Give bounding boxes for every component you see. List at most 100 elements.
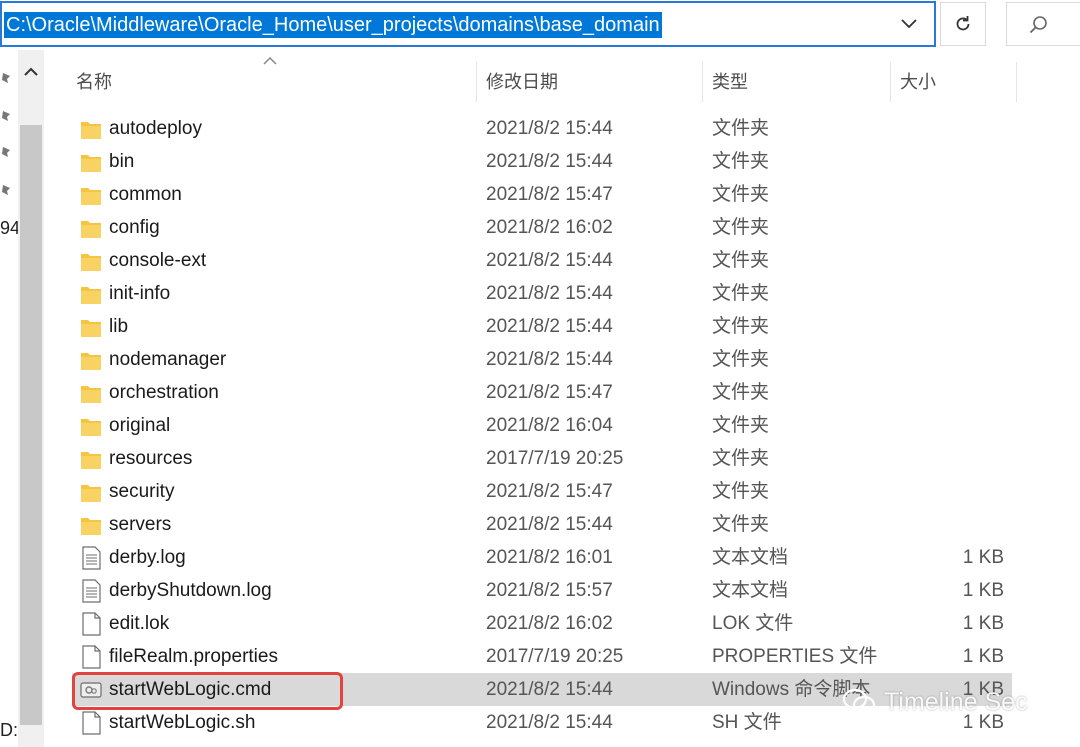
- scroll-up-icon[interactable]: [20, 64, 42, 80]
- file-row[interactable]: autodeploy 2021/8/2 15:44 文件夹: [72, 112, 1012, 145]
- folder-icon: [80, 249, 102, 273]
- nav-item-label[interactable]: D:: [0, 720, 18, 741]
- file-type: 文件夹: [712, 316, 770, 337]
- file-name[interactable]: derbyShutdown.log: [109, 574, 272, 607]
- chevron-down-icon[interactable]: [896, 11, 922, 37]
- file-type: 文件夹: [712, 184, 770, 205]
- file-modified-date: 2021/8/2 15:44: [486, 679, 613, 700]
- folder-icon: [80, 216, 102, 240]
- file-row[interactable]: bin 2021/8/2 15:44 文件夹: [72, 145, 1012, 178]
- file-name[interactable]: derby.log: [109, 541, 186, 574]
- file-row[interactable]: derby.log 2021/8/2 16:01 文本文档 1 KB: [72, 541, 1012, 574]
- file-type: PROPERTIES 文件: [712, 646, 878, 667]
- file-modified-date: 2021/8/2 15:44: [486, 349, 613, 370]
- column-divider[interactable]: [702, 62, 703, 102]
- file-name[interactable]: security: [109, 475, 174, 508]
- file-row[interactable]: console-ext 2021/8/2 15:44 文件夹: [72, 244, 1012, 277]
- file-modified-date: 2021/8/2 15:57: [486, 580, 613, 601]
- watermark: Timeline Sec: [842, 685, 1028, 719]
- file-name[interactable]: startWebLogic.sh: [109, 706, 255, 739]
- file-name[interactable]: resources: [109, 442, 192, 475]
- pin-icon[interactable]: [0, 146, 12, 160]
- refresh-button[interactable]: [940, 2, 986, 46]
- folder-icon: [80, 513, 102, 537]
- file-name[interactable]: bin: [109, 145, 134, 178]
- file-row[interactable]: security 2021/8/2 15:47 文件夹: [72, 475, 1012, 508]
- folder-icon: [80, 381, 102, 405]
- file-type: 文件夹: [712, 151, 770, 172]
- file-type: 文本文档: [712, 547, 789, 568]
- pin-icon[interactable]: [0, 184, 12, 198]
- file-modified-date: 2021/8/2 16:02: [486, 217, 613, 238]
- cmd-file-icon: [80, 678, 102, 702]
- file-type: 文件夹: [712, 415, 770, 436]
- file-row[interactable]: original 2021/8/2 16:04 文件夹: [72, 409, 1012, 442]
- folder-icon: [80, 414, 102, 438]
- file-name[interactable]: autodeploy: [109, 112, 202, 145]
- file-type: 文件夹: [712, 283, 770, 304]
- folder-icon: [80, 282, 102, 306]
- file-row[interactable]: servers 2021/8/2 15:44 文件夹: [72, 508, 1012, 541]
- file-type: 文件夹: [712, 250, 770, 271]
- folder-icon: [80, 447, 102, 471]
- file-name[interactable]: edit.lok: [109, 607, 169, 640]
- file-modified-date: 2021/8/2 16:01: [486, 547, 613, 568]
- file-row[interactable]: config 2021/8/2 16:02 文件夹: [72, 211, 1012, 244]
- file-row[interactable]: derbyShutdown.log 2021/8/2 15:57 文本文档 1 KB: [72, 574, 1012, 607]
- file-modified-date: 2021/8/2 16:04: [486, 415, 613, 436]
- file-name[interactable]: fileRealm.properties: [109, 640, 278, 673]
- column-header-type[interactable]: 类型: [712, 62, 748, 102]
- column-divider[interactable]: [890, 62, 891, 102]
- file-modified-date: 2021/8/2 15:44: [486, 316, 613, 337]
- column-divider[interactable]: [1016, 62, 1017, 102]
- file-size: 1 KB: [962, 547, 1004, 568]
- file-name[interactable]: nodemanager: [109, 343, 226, 376]
- file-modified-date: 2021/8/2 15:47: [486, 382, 613, 403]
- column-divider[interactable]: [476, 62, 477, 102]
- file-row[interactable]: common 2021/8/2 15:47 文件夹: [72, 178, 1012, 211]
- sort-ascending-icon: [263, 56, 277, 65]
- file-name[interactable]: original: [109, 409, 170, 442]
- file-type: LOK 文件: [712, 613, 794, 634]
- address-toolbar: C:\Oracle\Middleware\Oracle_Home\user_pr…: [0, 0, 1080, 50]
- file-modified-date: 2021/8/2 15:44: [486, 250, 613, 271]
- file-type: 文本文档: [712, 580, 789, 601]
- folder-icon: [80, 348, 102, 372]
- folder-icon: [80, 150, 102, 174]
- column-header-size[interactable]: 大小: [900, 62, 936, 102]
- file-size: 1 KB: [962, 646, 1004, 667]
- file-name[interactable]: startWebLogic.cmd: [109, 673, 271, 706]
- column-header-name[interactable]: 名称: [76, 62, 112, 102]
- file-row[interactable]: lib 2021/8/2 15:44 文件夹: [72, 310, 1012, 343]
- file-name[interactable]: orchestration: [109, 376, 219, 409]
- column-header-date[interactable]: 修改日期: [486, 62, 558, 102]
- pin-icon[interactable]: [0, 72, 12, 86]
- file-name[interactable]: common: [109, 178, 182, 211]
- blank-file-icon: [80, 645, 102, 669]
- file-row[interactable]: resources 2017/7/19 20:25 文件夹: [72, 442, 1012, 475]
- file-name[interactable]: config: [109, 211, 160, 244]
- file-type: 文件夹: [712, 382, 770, 403]
- file-type: 文件夹: [712, 217, 770, 238]
- file-list: autodeploy 2021/8/2 15:44 文件夹 bin 2021/8/2 1…: [72, 112, 1012, 739]
- file-row[interactable]: orchestration 2021/8/2 15:47 文件夹: [72, 376, 1012, 409]
- address-bar[interactable]: C:\Oracle\Middleware\Oracle_Home\user_pr…: [0, 1, 936, 47]
- address-path[interactable]: C:\Oracle\Middleware\Oracle_Home\user_pr…: [4, 12, 662, 38]
- file-name[interactable]: init-info: [109, 277, 170, 310]
- pin-icon[interactable]: [0, 110, 12, 124]
- file-row[interactable]: init-info 2021/8/2 15:44 文件夹: [72, 277, 1012, 310]
- file-row[interactable]: nodemanager 2021/8/2 15:44 文件夹: [72, 343, 1012, 376]
- watermark-text: Timeline Sec: [884, 687, 1028, 716]
- file-type: 文件夹: [712, 481, 770, 502]
- file-row[interactable]: edit.lok 2021/8/2 16:02 LOK 文件 1 KB: [72, 607, 1012, 640]
- file-name[interactable]: servers: [109, 508, 171, 541]
- file-name[interactable]: console-ext: [109, 244, 206, 277]
- nav-item-label[interactable]: 94: [0, 218, 18, 239]
- search-icon: [1029, 16, 1047, 34]
- nav-scrollbar-thumb[interactable]: [20, 125, 42, 725]
- file-name[interactable]: lib: [109, 310, 128, 343]
- file-type: 文件夹: [712, 514, 770, 535]
- file-type: 文件夹: [712, 349, 770, 370]
- search-input[interactable]: [1006, 2, 1080, 46]
- file-row[interactable]: fileRealm.properties 2017/7/19 20:25 PROPE…: [72, 640, 1012, 673]
